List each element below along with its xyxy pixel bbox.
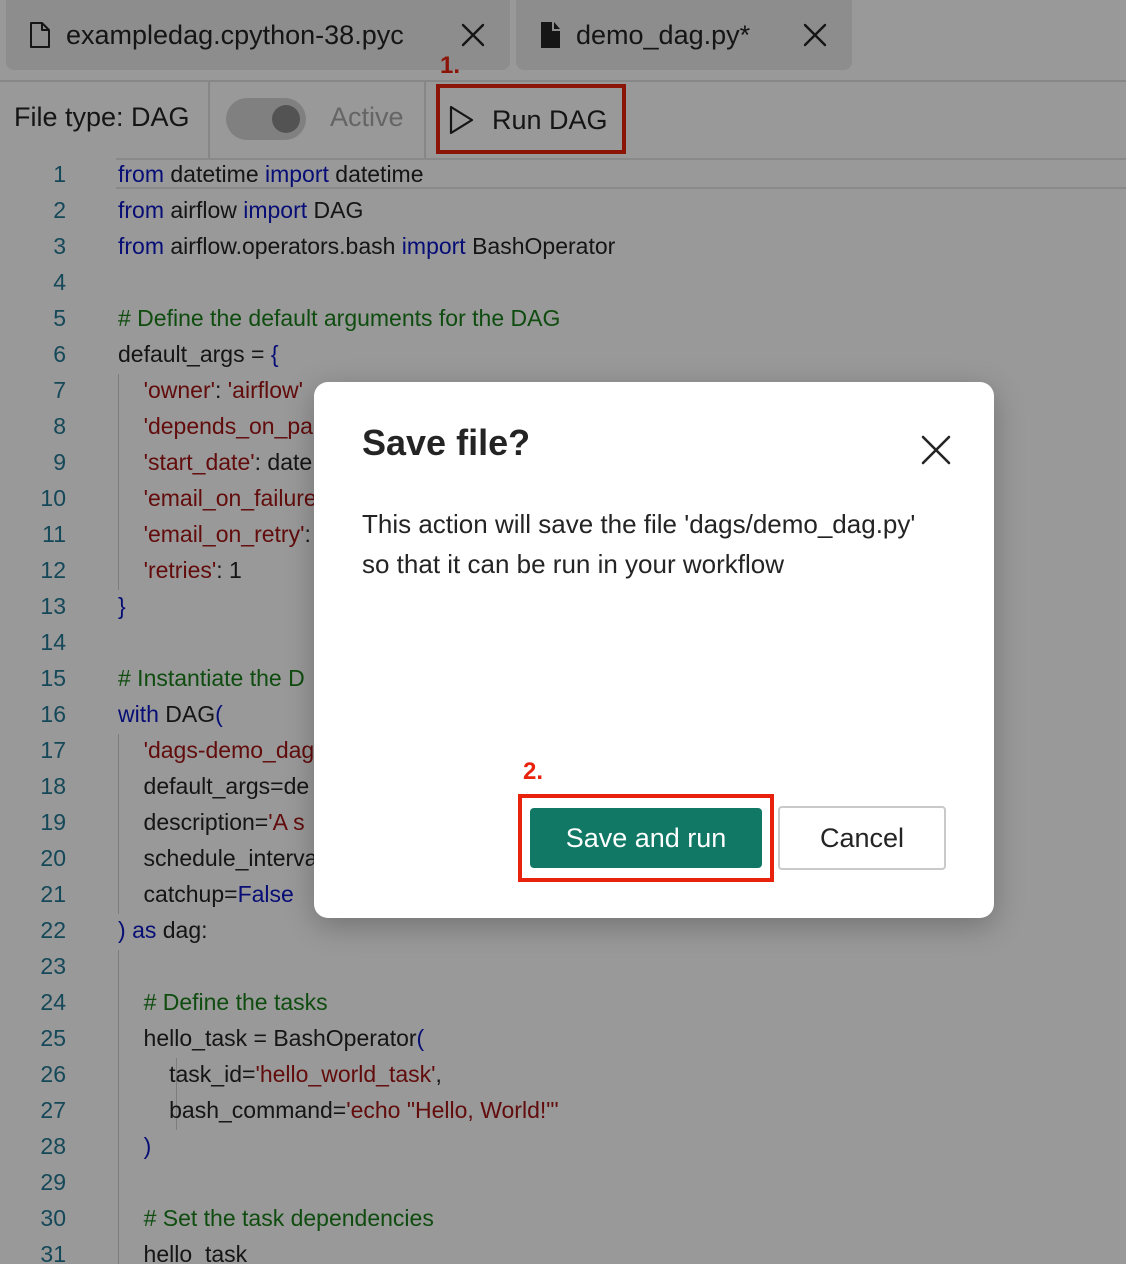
cancel-button[interactable]: Cancel [778, 806, 946, 870]
dialog-message: This action will save the file 'dags/dem… [362, 509, 916, 579]
save-and-run-highlight [518, 794, 774, 882]
step-2-marker: 2. [523, 758, 544, 785]
close-icon[interactable] [918, 432, 954, 468]
dialog-title: Save file? [362, 422, 531, 463]
